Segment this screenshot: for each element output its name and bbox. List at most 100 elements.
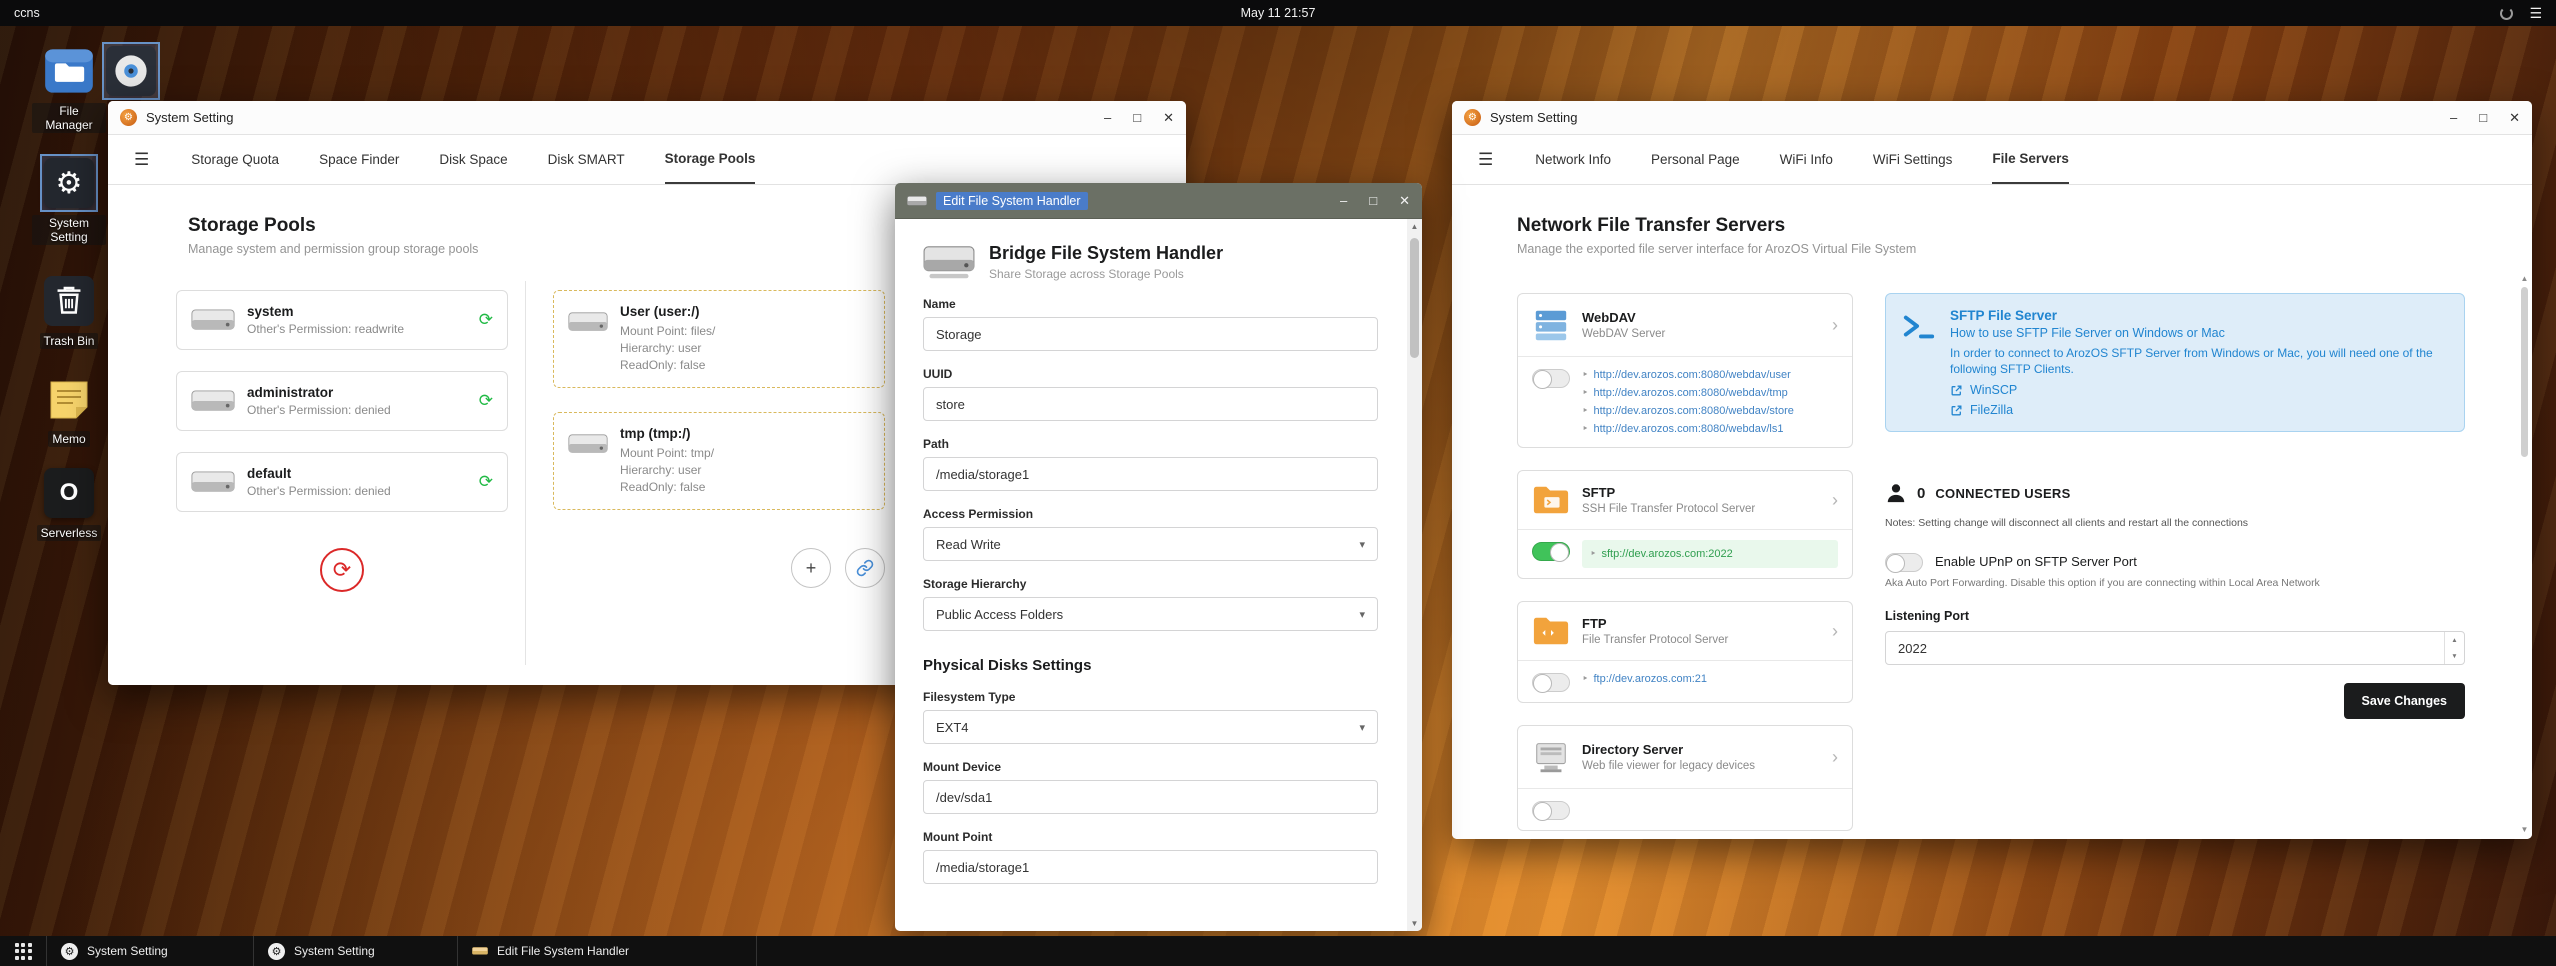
window-titlebar[interactable]: ⚙ System Setting – □ ✕ — [108, 101, 1186, 135]
close-button[interactable]: ✕ — [1399, 194, 1410, 207]
stepper-up-icon[interactable]: ▲ — [2445, 632, 2464, 648]
webdav-link[interactable]: ‣ http://dev.arozos.com:8080/webdav/tmp — [1582, 385, 1794, 401]
maximize-button[interactable]: □ — [1369, 194, 1377, 207]
menu-icon[interactable]: ☰ — [134, 150, 149, 170]
server-card-ftp-header[interactable]: FTP File Transfer Protocol Server › — [1518, 602, 1852, 660]
chevron-right-icon[interactable]: › — [1832, 621, 1838, 642]
scrollbar-thumb[interactable] — [2521, 287, 2528, 457]
link-handler-button[interactable] — [845, 548, 885, 588]
chevron-right-icon[interactable]: › — [1832, 747, 1838, 768]
pool-sync-icon[interactable]: ⟳ — [479, 310, 493, 330]
tab-personal-page[interactable]: Personal Page — [1651, 135, 1740, 184]
refresh-pools-button[interactable]: ⟳ — [320, 548, 364, 592]
minimize-button[interactable]: – — [2450, 111, 2457, 124]
mount-card-tmp[interactable]: tmp (tmp:/) Mount Point: tmp/ Hierarchy:… — [553, 412, 885, 510]
filesystem-type-select[interactable]: EXT4 ▾ — [923, 710, 1378, 744]
panel-subtitle: How to use SFTP File Server on Windows o… — [1950, 326, 2225, 340]
uuid-input[interactable] — [923, 387, 1378, 421]
tab-storage-pools[interactable]: Storage Pools — [664, 135, 756, 184]
stepper-down-icon[interactable]: ▼ — [2445, 648, 2464, 664]
tab-network-info[interactable]: Network Info — [1535, 135, 1611, 184]
filesystem-type-label: Filesystem Type — [923, 690, 1016, 704]
pool-sync-icon[interactable]: ⟳ — [479, 472, 493, 492]
hdd-icon — [191, 390, 235, 411]
window-titlebar[interactable]: ⚙ System Setting – □ ✕ — [1452, 101, 2532, 135]
pool-card-administrator[interactable]: administrator Other's Permission: denied… — [176, 371, 508, 431]
desktop-icon-disc[interactable] — [100, 42, 162, 100]
tab-storage-quota[interactable]: Storage Quota — [191, 135, 279, 184]
pool-permission: Other's Permission: denied — [247, 484, 391, 498]
name-label: Name — [923, 297, 956, 311]
server-card-sftp-header[interactable]: SFTP SSH File Transfer Protocol Server › — [1518, 471, 1852, 529]
panel-body: In order to connect to ArozOS SFTP Serve… — [1950, 346, 2433, 376]
webdav-toggle[interactable] — [1532, 369, 1570, 389]
close-button[interactable]: ✕ — [1163, 111, 1174, 124]
scroll-up-icon[interactable]: ▲ — [1411, 219, 1419, 234]
scroll-up-icon[interactable]: ▲ — [2521, 271, 2529, 285]
mount-point-input[interactable] — [923, 850, 1378, 884]
minimize-button[interactable]: – — [1340, 194, 1347, 207]
upnp-toggle[interactable] — [1885, 553, 1923, 573]
tab-wifi-settings[interactable]: WiFi Settings — [1873, 135, 1953, 184]
port-stepper[interactable]: ▲ ▼ — [2444, 632, 2464, 664]
save-changes-button[interactable]: Save Changes — [2343, 683, 2465, 719]
ftp-link[interactable]: ‣ ftp://dev.arozos.com:21 — [1582, 671, 1707, 687]
taskbar-item-system-setting-1[interactable]: ⚙ System Setting — [46, 936, 253, 966]
webdav-link[interactable]: ‣ http://dev.arozos.com:8080/webdav/ls1 — [1582, 421, 1794, 437]
top-menu-icon[interactable]: ☰ — [2529, 5, 2542, 22]
tab-wifi-info[interactable]: WiFi Info — [1780, 135, 1833, 184]
server-card-directory-header[interactable]: Directory Server Web file viewer for leg… — [1518, 726, 1852, 788]
chevron-right-icon[interactable]: › — [1832, 315, 1838, 336]
maximize-button[interactable]: □ — [1133, 111, 1141, 124]
taskbar-item-edit-fs-handler[interactable]: Edit File System Handler — [457, 936, 757, 966]
hdd-icon — [191, 471, 235, 492]
listening-port-input[interactable] — [1885, 631, 2465, 665]
server-name: SFTP — [1582, 485, 1616, 500]
path-input[interactable] — [923, 457, 1378, 491]
chevron-right-icon[interactable]: › — [1832, 490, 1838, 511]
access-permission-select[interactable]: Read Write ▾ — [923, 527, 1378, 561]
window-titlebar[interactable]: Edit File System Handler – □ ✕ — [895, 183, 1422, 219]
scroll-down-icon[interactable]: ▼ — [1411, 916, 1419, 931]
mount-card-user[interactable]: User (user:/) Mount Point: files/ Hierar… — [553, 290, 885, 388]
external-link-icon — [1951, 385, 1962, 395]
bridge-fs-icon — [923, 246, 975, 279]
system-setting-icon: ⚙ — [40, 154, 98, 212]
close-button[interactable]: ✕ — [2509, 111, 2520, 124]
tab-space-finder[interactable]: Space Finder — [319, 135, 399, 184]
scrollbar-thumb[interactable] — [1410, 238, 1419, 358]
sftp-link[interactable]: ‣ sftp://dev.arozos.com:2022 — [1590, 546, 1830, 562]
tab-disk-space[interactable]: Disk Space — [439, 135, 507, 184]
mount-device-input[interactable] — [923, 780, 1378, 814]
tab-file-servers[interactable]: File Servers — [1992, 135, 2069, 184]
server-card-webdav-header[interactable]: WebDAV WebDAV Server › — [1518, 294, 1852, 356]
filezilla-link[interactable]: FileZilla — [1950, 403, 2448, 417]
winscp-link[interactable]: WinSCP — [1950, 383, 2448, 397]
sftp-toggle[interactable] — [1532, 542, 1570, 562]
pool-sync-icon[interactable]: ⟳ — [479, 391, 493, 411]
hdd-icon — [907, 195, 927, 205]
tab-disk-smart[interactable]: Disk SMART — [548, 135, 625, 184]
apps-launcher-button[interactable] — [0, 936, 46, 966]
taskbar-item-system-setting-2[interactable]: ⚙ System Setting — [253, 936, 457, 966]
pool-card-default[interactable]: default Other's Permission: denied ⟳ — [176, 452, 508, 512]
mount-name: User (user:/) — [620, 304, 700, 319]
window3-scrollbar[interactable]: ▲ ▼ — [2518, 271, 2531, 836]
scroll-down-icon[interactable]: ▼ — [2521, 822, 2529, 836]
directory-toggle[interactable] — [1532, 801, 1570, 821]
name-input[interactable] — [923, 317, 1378, 351]
pool-card-system[interactable]: system Other's Permission: readwrite ⟳ — [176, 290, 508, 350]
webdav-link[interactable]: ‣ http://dev.arozos.com:8080/webdav/user — [1582, 367, 1794, 383]
ftp-toggle[interactable] — [1532, 673, 1570, 693]
maximize-button[interactable]: □ — [2479, 111, 2487, 124]
storage-hierarchy-select[interactable]: Public Access Folders ▾ — [923, 597, 1378, 631]
tab-bar: ☰ Storage Quota Space Finder Disk Space … — [108, 135, 1186, 185]
external-link-icon — [1951, 405, 1962, 415]
minimize-button[interactable]: – — [1104, 111, 1111, 124]
window-content: Bridge File System Handler Share Storage… — [895, 219, 1422, 931]
webdav-link[interactable]: ‣ http://dev.arozos.com:8080/webdav/store — [1582, 403, 1794, 419]
menu-icon[interactable]: ☰ — [1478, 150, 1493, 170]
add-handler-button[interactable]: + — [791, 548, 831, 588]
pool-permission: Other's Permission: denied — [247, 403, 391, 417]
window2-scrollbar[interactable]: ▲ ▼ — [1407, 219, 1422, 931]
